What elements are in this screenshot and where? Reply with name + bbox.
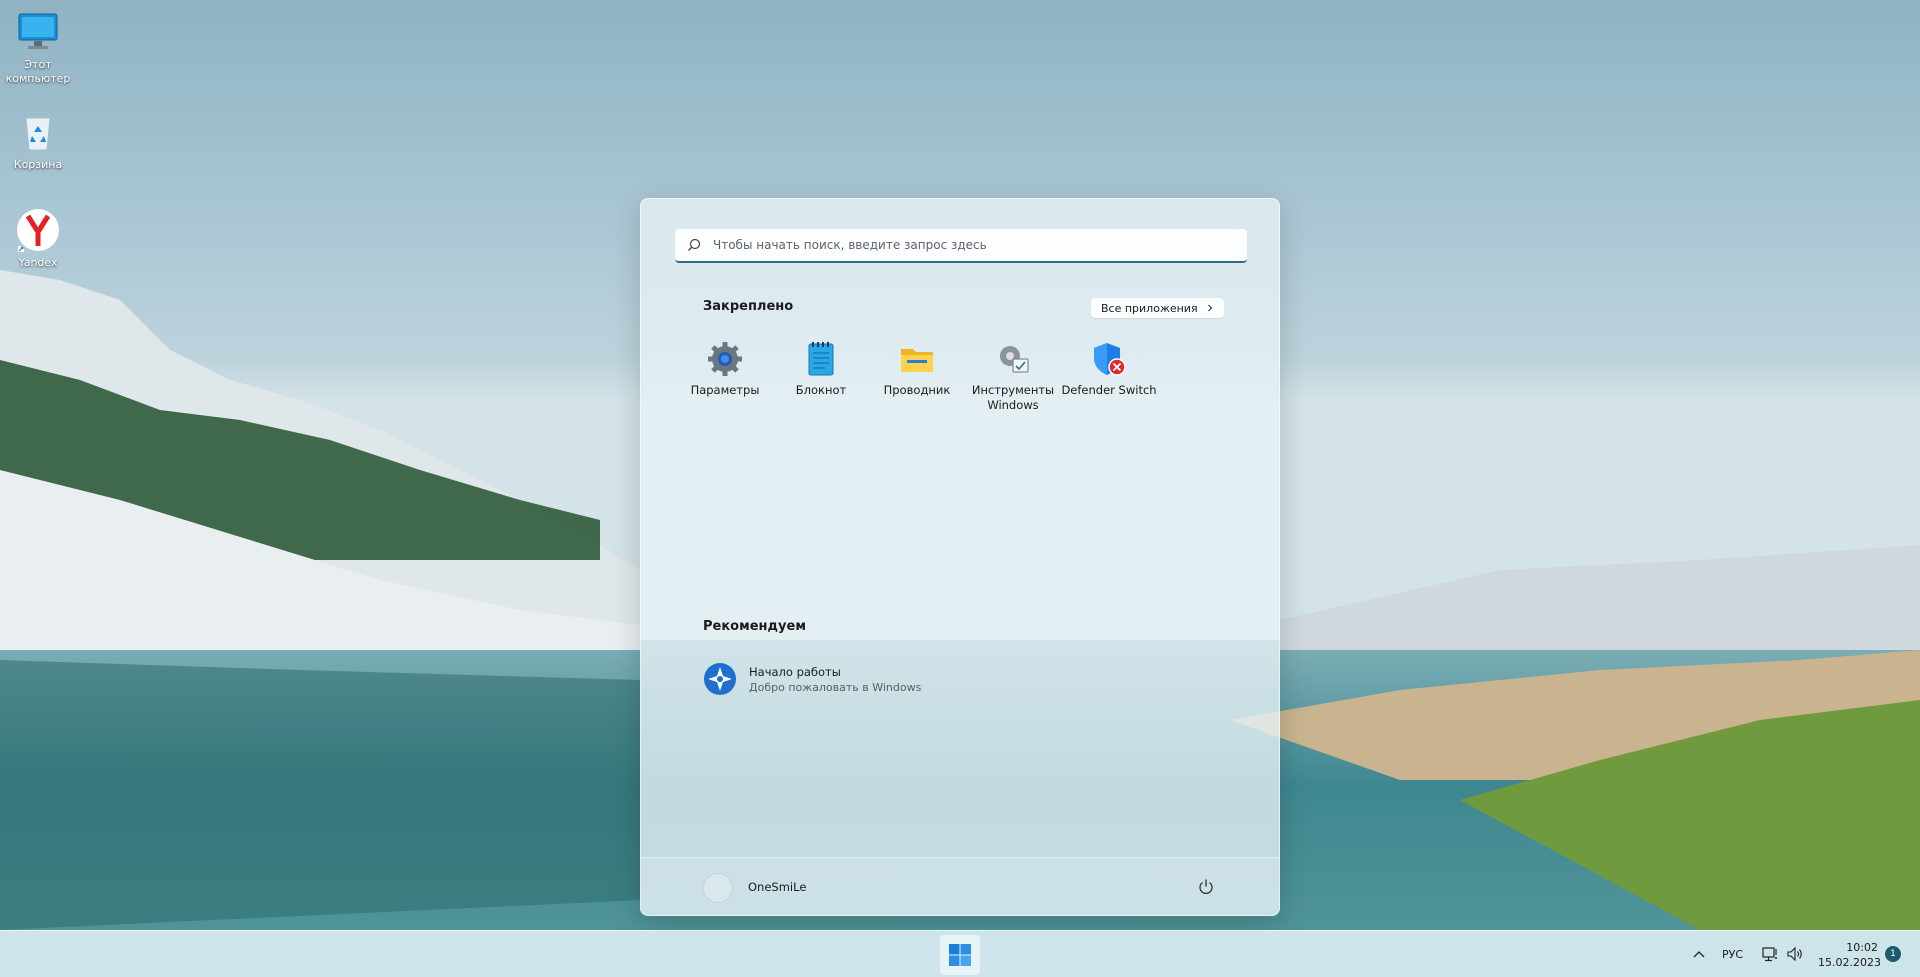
power-icon[interactable] bbox=[1196, 877, 1216, 897]
pinned-app-explorer[interactable]: Проводник bbox=[869, 341, 965, 413]
pinned-app-defender-switch[interactable]: Defender Switch bbox=[1061, 341, 1157, 413]
desktop-icon-label: Корзина bbox=[13, 158, 63, 171]
notification-badge[interactable]: 1 bbox=[1885, 946, 1901, 962]
desktop-icon-recycle-bin[interactable]: Корзина bbox=[0, 110, 76, 172]
start-menu-footer: OneSmiLe bbox=[641, 857, 1279, 915]
file-explorer-folder-icon bbox=[899, 341, 935, 377]
desktop-icon-yandex[interactable]: Yandex bbox=[0, 208, 76, 270]
all-apps-button[interactable]: Все приложения bbox=[1091, 298, 1224, 318]
notepad-icon bbox=[803, 341, 839, 377]
yandex-browser-icon bbox=[16, 208, 60, 252]
pinned-app-label: Проводник bbox=[883, 383, 951, 397]
pinned-app-label: Инструменты Windows bbox=[971, 383, 1055, 412]
recommended-item-get-started[interactable]: Начало работы Добро пожаловать в Windows bbox=[703, 662, 921, 696]
windows-logo-icon bbox=[949, 944, 971, 966]
all-apps-label: Все приложения bbox=[1101, 301, 1198, 315]
search-icon bbox=[688, 238, 701, 251]
recycle-bin-icon bbox=[16, 110, 60, 154]
volume-icon[interactable] bbox=[1786, 946, 1804, 962]
start-search-box[interactable] bbox=[675, 229, 1247, 263]
taskbar: РУС 10:02 15.02.2023 1 bbox=[0, 930, 1920, 977]
desktop-icon-this-pc[interactable]: Этот компьютер bbox=[0, 10, 76, 86]
desktop-icon-label: Этот компьютер bbox=[5, 58, 71, 85]
desktop-icon-label: Yandex bbox=[18, 256, 58, 269]
windows-tools-icon bbox=[995, 341, 1031, 377]
get-started-icon bbox=[704, 663, 736, 695]
recommended-section-title: Рекомендуем bbox=[703, 619, 806, 634]
search-input[interactable] bbox=[713, 238, 1247, 252]
pinned-app-notepad[interactable]: Блокнот bbox=[773, 341, 869, 413]
language-indicator[interactable]: РУС bbox=[1722, 931, 1743, 977]
clock[interactable]: 10:02 15.02.2023 bbox=[1818, 940, 1881, 970]
recommended-item-title: Начало работы bbox=[749, 664, 841, 679]
start-menu: Закреплено Все приложения bbox=[640, 198, 1280, 916]
pinned-app-label: Параметры bbox=[690, 383, 760, 397]
recommended-item-subtitle: Добро пожаловать в Windows bbox=[749, 680, 922, 694]
chevron-right-icon bbox=[1207, 304, 1212, 312]
chevron-up-icon[interactable] bbox=[1692, 948, 1706, 960]
pinned-app-label: Defender Switch bbox=[1061, 383, 1157, 397]
pinned-apps-grid: Параметры Блокнот Проводник Инструменты … bbox=[677, 341, 1157, 413]
pinned-app-settings[interactable]: Параметры bbox=[677, 341, 773, 413]
defender-switch-shield-icon bbox=[1091, 341, 1127, 377]
pinned-app-label: Блокнот bbox=[795, 383, 847, 397]
clock-time: 10:02 bbox=[1846, 941, 1878, 954]
monitor-icon bbox=[16, 10, 60, 54]
user-name[interactable]: OneSmiLe bbox=[748, 880, 806, 894]
clock-date: 15.02.2023 bbox=[1818, 956, 1881, 969]
pinned-section-title: Закреплено bbox=[703, 299, 794, 314]
network-icon[interactable] bbox=[1762, 946, 1780, 962]
settings-gear-icon bbox=[707, 341, 743, 377]
start-button[interactable] bbox=[940, 935, 980, 975]
user-avatar[interactable] bbox=[703, 873, 733, 903]
pinned-app-windows-tools[interactable]: Инструменты Windows bbox=[965, 341, 1061, 413]
